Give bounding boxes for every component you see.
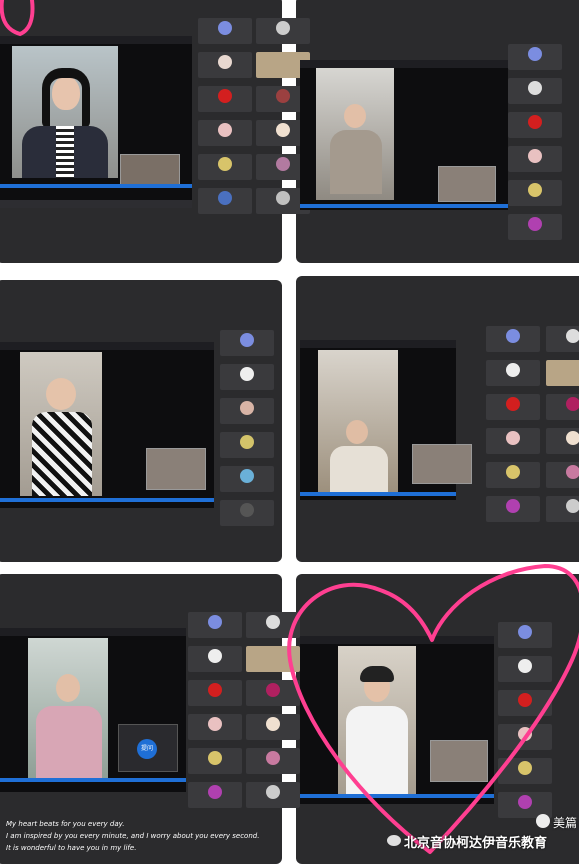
heart-doodle-top: [0, 0, 35, 37]
wechat-icon: [387, 835, 401, 846]
watermark-brand: 北京音协柯达伊音乐教育: [404, 836, 548, 851]
heart-doodle-bottom: [287, 564, 579, 854]
watermark-corner: 美篇: [553, 816, 578, 830]
caption-line-1: My heart beats for you every day.: [6, 820, 125, 828]
camera-icon: [536, 814, 550, 828]
caption-line-3: It is wonderful to have you in my life.: [6, 844, 137, 852]
heart-doodle: [0, 0, 579, 854]
caption-line-2: I am inspired by you every minute, and I…: [6, 832, 260, 840]
